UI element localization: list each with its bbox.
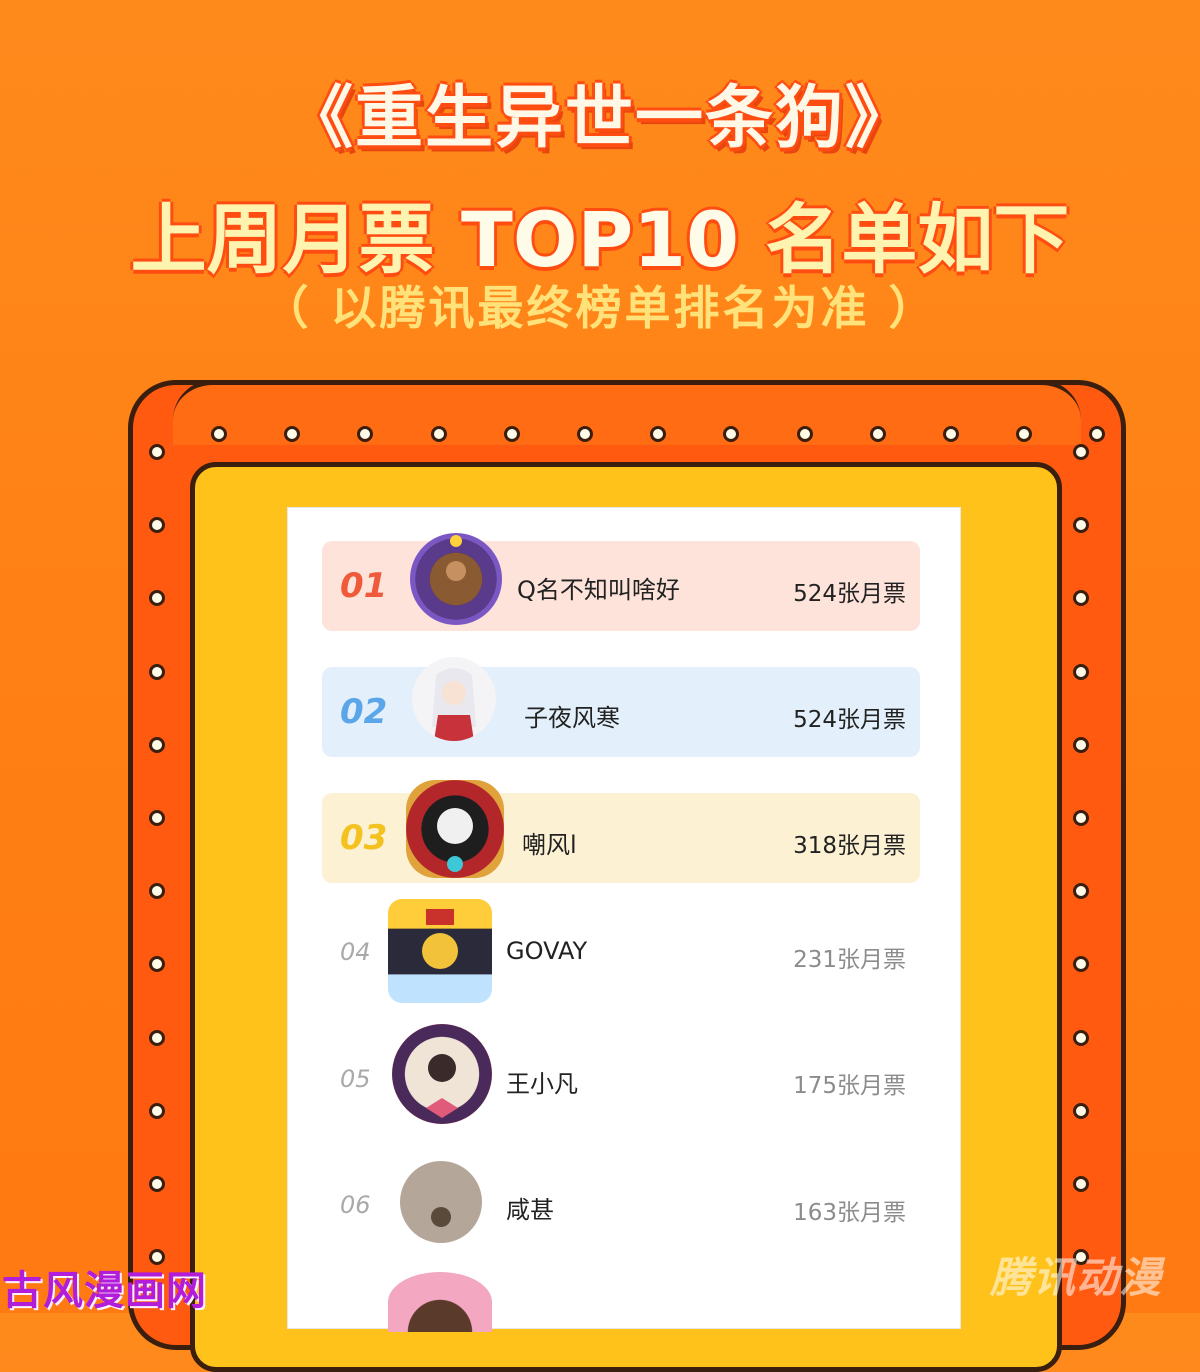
avatar-icon[interactable] [412, 657, 496, 741]
ranking-note: （ 以腾讯最终榜单排名为准 ） [262, 281, 938, 335]
subtitle-part-2: TOP10 [461, 195, 739, 284]
marquee-bulb [1073, 444, 1089, 460]
marquee-bulb [149, 810, 165, 826]
avatar-icon[interactable] [392, 1024, 492, 1124]
vote-count: 163张月票 [793, 1200, 906, 1226]
marquee-bulb [1073, 1176, 1089, 1192]
vote-count: 524张月票 [793, 581, 906, 607]
user-name[interactable]: 嘲风l [522, 825, 577, 860]
marquee-bulb [1073, 1102, 1089, 1119]
avatar-icon[interactable] [388, 899, 492, 1003]
user-name[interactable]: GOVAY [506, 937, 587, 965]
user-name[interactable]: 子夜风寒 [524, 698, 620, 733]
marquee-bulb [1073, 663, 1089, 680]
rank-number: 05 [340, 1065, 371, 1093]
avatar-icon[interactable] [410, 533, 502, 625]
marquee-bulb [149, 1176, 165, 1192]
marquee-bulb [430, 426, 447, 442]
marquee-bulb [1073, 810, 1089, 826]
marquee-bulb [577, 426, 593, 442]
marquee-bulb [149, 663, 165, 680]
marquee-bulb [869, 426, 886, 442]
subtitle-part-1: 上周月票 [130, 195, 462, 284]
vote-count: 231张月票 [793, 947, 906, 973]
avatar-icon[interactable] [388, 1272, 492, 1332]
marquee-bulb [1073, 736, 1089, 753]
rank-number: 06 [340, 1191, 371, 1219]
vote-count: 175张月票 [793, 1073, 906, 1099]
marquee-bulb [149, 444, 165, 460]
marquee-bulb [149, 1102, 165, 1119]
page-title: 《重生异世一条狗》 [284, 78, 915, 158]
vote-count: 524张月票 [793, 707, 906, 733]
avatar-icon[interactable] [406, 780, 504, 878]
user-name[interactable]: 咸甚 [506, 1190, 554, 1225]
marquee-bulb [149, 736, 165, 753]
rank-number: 02 [340, 692, 388, 732]
marquee-bulb [149, 1029, 165, 1046]
rank-number: 04 [340, 938, 371, 966]
marquee-bulb [796, 426, 813, 442]
marquee-bulb [943, 426, 959, 442]
vote-count: 318张月票 [793, 833, 906, 859]
watermark-right: 腾讯动漫 [990, 1253, 1163, 1302]
watermark-left: 古风漫画网 [2, 1268, 207, 1314]
marquee-bulb [211, 426, 227, 442]
user-name[interactable]: Q名不知叫啥好 [517, 570, 680, 605]
avatar-icon[interactable] [400, 1161, 482, 1243]
rank-number: 03 [340, 818, 388, 858]
user-name[interactable]: 王小凡 [506, 1064, 578, 1099]
rank-number: 01 [340, 566, 388, 606]
subtitle-part-3: 名单如下 [738, 195, 1070, 284]
marquee-bulb [1073, 1029, 1089, 1046]
marquee-bulb [503, 426, 520, 442]
